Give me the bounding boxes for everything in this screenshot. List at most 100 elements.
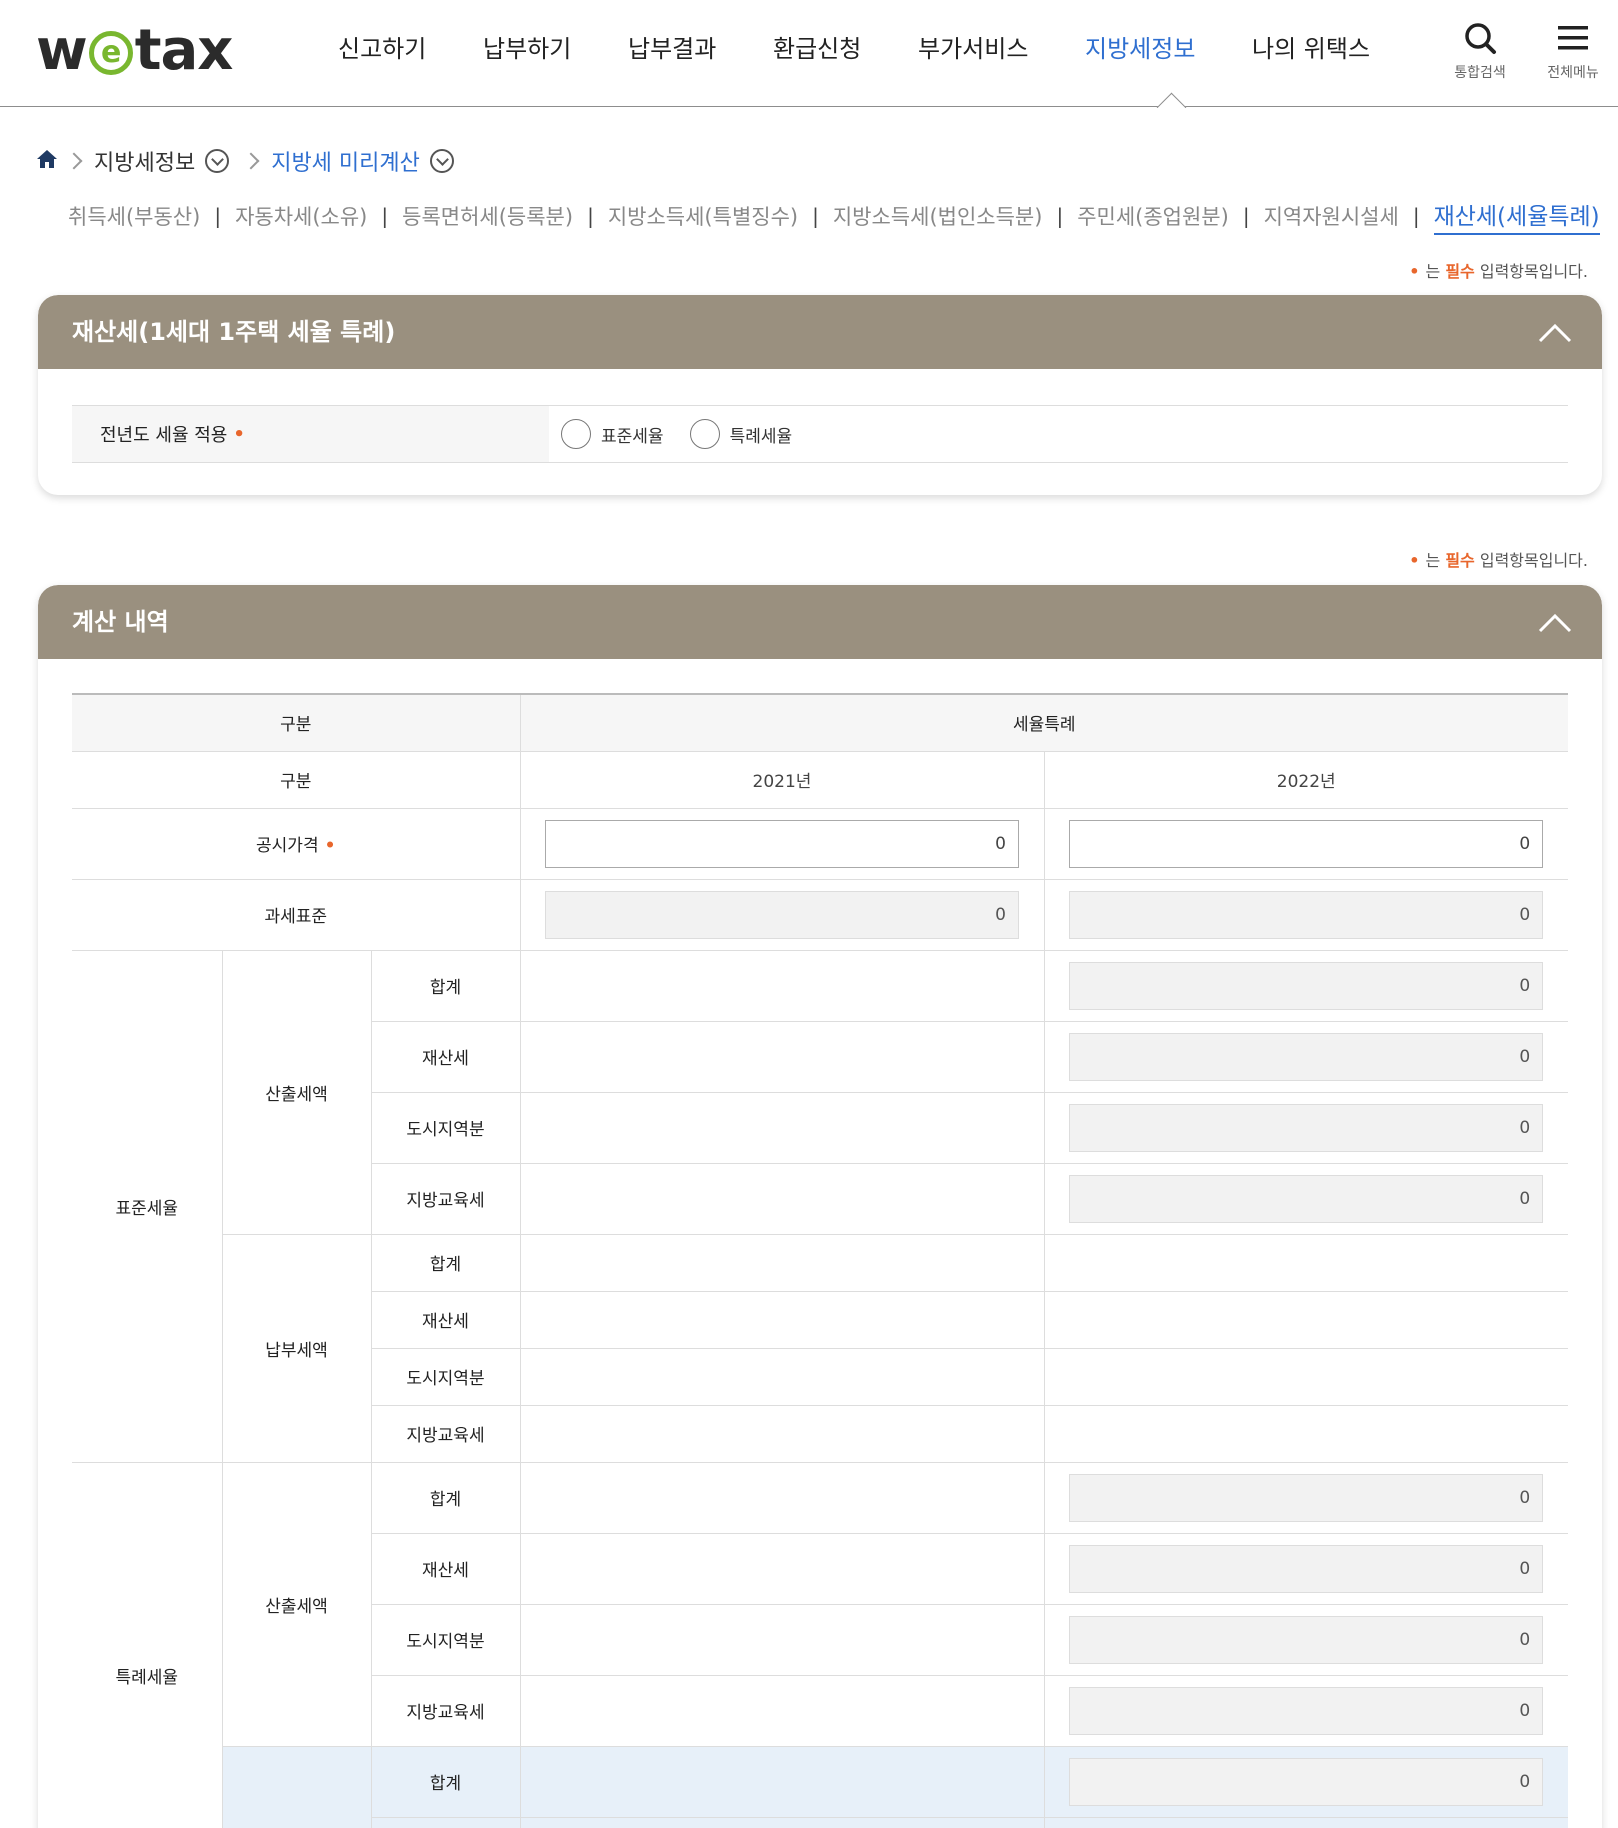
tax-base-2021-field: 0	[545, 890, 1019, 939]
panel-header: 재산세(1세대 1주택 세율 특례)	[38, 295, 1602, 369]
required-dot-icon: •	[324, 836, 336, 856]
standard-calc-label: 산출세액	[221, 950, 371, 1235]
tab-divider: |	[381, 204, 389, 228]
breadcrumb-separator-icon	[65, 152, 83, 170]
nav-refund[interactable]: 환급신청	[773, 24, 918, 74]
tax-base-2022-field: 0	[1069, 890, 1544, 939]
tab-local-income-tax-withholding[interactable]: 지방소득세(특별징수)	[608, 201, 798, 231]
required-dot-icon: •	[233, 423, 245, 445]
item-label: 재산세	[370, 1021, 520, 1093]
required-dot-icon: •	[1409, 262, 1420, 281]
special-calc-label: 산출세액	[221, 1462, 371, 1747]
header-gubun: 구분	[72, 693, 520, 752]
breadcrumb-current-page[interactable]: 지방세 미리계산	[271, 145, 420, 177]
breadcrumb: 지방세정보 지방세 미리계산	[36, 144, 454, 178]
standard-rate-radio[interactable]: 표준세율	[561, 419, 664, 449]
table-row: 공시가격 • 0 0	[72, 808, 1568, 880]
tab-divider: |	[812, 204, 819, 228]
tab-divider: |	[1056, 204, 1064, 228]
rate-radio-group: 표준세율 특례세율	[549, 406, 818, 462]
table-row: 과세표준 0 0	[72, 879, 1568, 951]
group-standard-rate: 표준세율	[72, 950, 222, 1463]
tax-type-tabs: 취득세(부동산) | 자동차세(소유) | 등록면허세(등록분) | 지방소득세…	[68, 197, 1600, 235]
tab-local-income-tax-corporate[interactable]: 지방소득세(법인소득분)	[833, 201, 1043, 231]
chevron-down-circle-icon[interactable]	[429, 149, 454, 173]
special-rate-radio[interactable]: 특례세율	[689, 419, 792, 449]
tab-resident-tax-employee[interactable]: 주민세(종업원분)	[1077, 201, 1229, 231]
chevron-up-icon[interactable]	[1538, 613, 1572, 633]
breadcrumb-local-tax-info[interactable]: 지방세정보	[94, 145, 195, 177]
public-price-2021-input[interactable]: 0	[545, 819, 1019, 868]
nav-extra-services[interactable]: 부가서비스	[918, 24, 1085, 74]
nav-report[interactable]: 신고하기	[338, 24, 483, 74]
panel-title: 재산세(1세대 1주택 세율 특례)	[72, 318, 396, 346]
special-pay-total-field: 0	[1069, 1757, 1544, 1806]
prior-year-rate-row: 전년도 세율 적용 • 표준세율 특례세율	[72, 405, 1568, 463]
required-field-note: • 는 필수 입력항목입니다.	[1409, 551, 1588, 570]
tab-property-tax-special-rate[interactable]: 재산세(세율특례)	[1433, 197, 1600, 235]
wetax-logo[interactable]: w e tax	[36, 18, 233, 83]
year-2021: 2021년	[519, 751, 1044, 809]
chevron-up-icon[interactable]	[1538, 323, 1572, 343]
chevron-down-circle-icon[interactable]	[205, 149, 230, 173]
tab-divider: |	[214, 204, 222, 228]
special-calc-total-field: 0	[1069, 1473, 1544, 1522]
tab-registration-license-tax[interactable]: 등록면허세(등록분)	[402, 201, 573, 231]
tab-divider: |	[1412, 204, 1420, 228]
search-label: 통합검색	[1454, 65, 1506, 81]
standard-calc-urban-area-field: 0	[1069, 1103, 1544, 1152]
home-icon[interactable]	[36, 149, 58, 173]
standard-pay-label: 납부세액	[221, 1234, 371, 1463]
nav-local-tax-info[interactable]: 지방세정보	[1085, 24, 1252, 74]
special-calc-property-tax-field: 0	[1069, 1544, 1544, 1593]
item-label: 도시지역분	[370, 1604, 520, 1676]
public-price-2022-input[interactable]: 0	[1069, 819, 1544, 868]
site-header: w e tax 신고하기 납부하기 납부결과 환급신청 부가서비스 지방세정보 나의…	[0, 0, 1618, 107]
item-label: 재산세	[370, 1533, 520, 1605]
required-dot-icon: •	[1409, 551, 1420, 570]
tab-acquisition-tax[interactable]: 취득세(부동산)	[68, 201, 200, 231]
hamburger-icon	[1533, 18, 1613, 58]
panel-title: 계산 내역	[72, 608, 169, 636]
group-special-rate: 특례세율	[72, 1462, 222, 1828]
item-label: 지방교육세	[370, 1163, 520, 1235]
table-row: 특례세율 산출세액 합계 0	[72, 1462, 1568, 1828]
tab-vehicle-tax[interactable]: 자동차세(소유)	[235, 201, 367, 231]
nav-payment[interactable]: 납부하기	[483, 24, 628, 74]
menu-label: 전체메뉴	[1547, 65, 1599, 81]
full-menu-button[interactable]: 전체메뉴	[1533, 18, 1613, 82]
item-label: 합계	[370, 950, 520, 1022]
radio-circle-icon[interactable]	[561, 419, 591, 449]
nav-my-wetax[interactable]: 나의 위택스	[1252, 24, 1392, 74]
radio-circle-icon[interactable]	[689, 419, 720, 449]
tab-divider: |	[1242, 204, 1250, 228]
standard-calc-education-tax-field: 0	[1069, 1174, 1544, 1223]
sub-gubun: 구분	[72, 751, 520, 809]
item-label: 재산세	[370, 1291, 520, 1349]
item-label: 합계	[370, 1746, 520, 1818]
public-price-label: 공시가격 •	[72, 808, 520, 880]
tax-base-label: 과세표준	[72, 879, 520, 951]
special-calc-urban-area-field: 0	[1069, 1615, 1544, 1664]
year-2022: 2022년	[1043, 751, 1568, 809]
table-row: 납부세액 합계	[72, 1234, 1568, 1463]
item-label: 지방교육세	[370, 1675, 520, 1747]
standard-calc-property-tax-field: 0	[1069, 1032, 1544, 1081]
item-label: 합계	[370, 1462, 520, 1534]
table-row: 표준세율 산출세액 합계 0	[72, 950, 1568, 1463]
nav-payment-result[interactable]: 납부결과	[628, 24, 773, 74]
table-row: 합계 0	[72, 1746, 1568, 1828]
calculation-table: 구분 세율특례 구분 2021년 2022년 공시가격 • 0 0 과세표준 0 …	[72, 693, 1568, 1828]
table-header-row: 구분 세율특례	[72, 693, 1568, 752]
active-nav-indicator	[1156, 92, 1188, 108]
item-label: 도시지역분	[370, 1348, 520, 1406]
prior-year-rate-label: 전년도 세율 적용 •	[72, 406, 549, 462]
required-field-note: • 는 필수 입력항목입니다.	[1409, 262, 1588, 281]
item-label: 합계	[370, 1234, 520, 1292]
main-nav: 신고하기 납부하기 납부결과 환급신청 부가서비스 지방세정보 나의 위택스	[338, 24, 1392, 74]
breadcrumb-separator-icon	[242, 152, 260, 170]
special-calc-education-tax-field: 0	[1069, 1686, 1544, 1735]
tab-regional-resource-facility-tax[interactable]: 지역자원시설세	[1264, 201, 1399, 231]
panel-header: 계산 내역	[38, 585, 1602, 659]
unified-search-button[interactable]: 통합검색	[1440, 18, 1520, 82]
